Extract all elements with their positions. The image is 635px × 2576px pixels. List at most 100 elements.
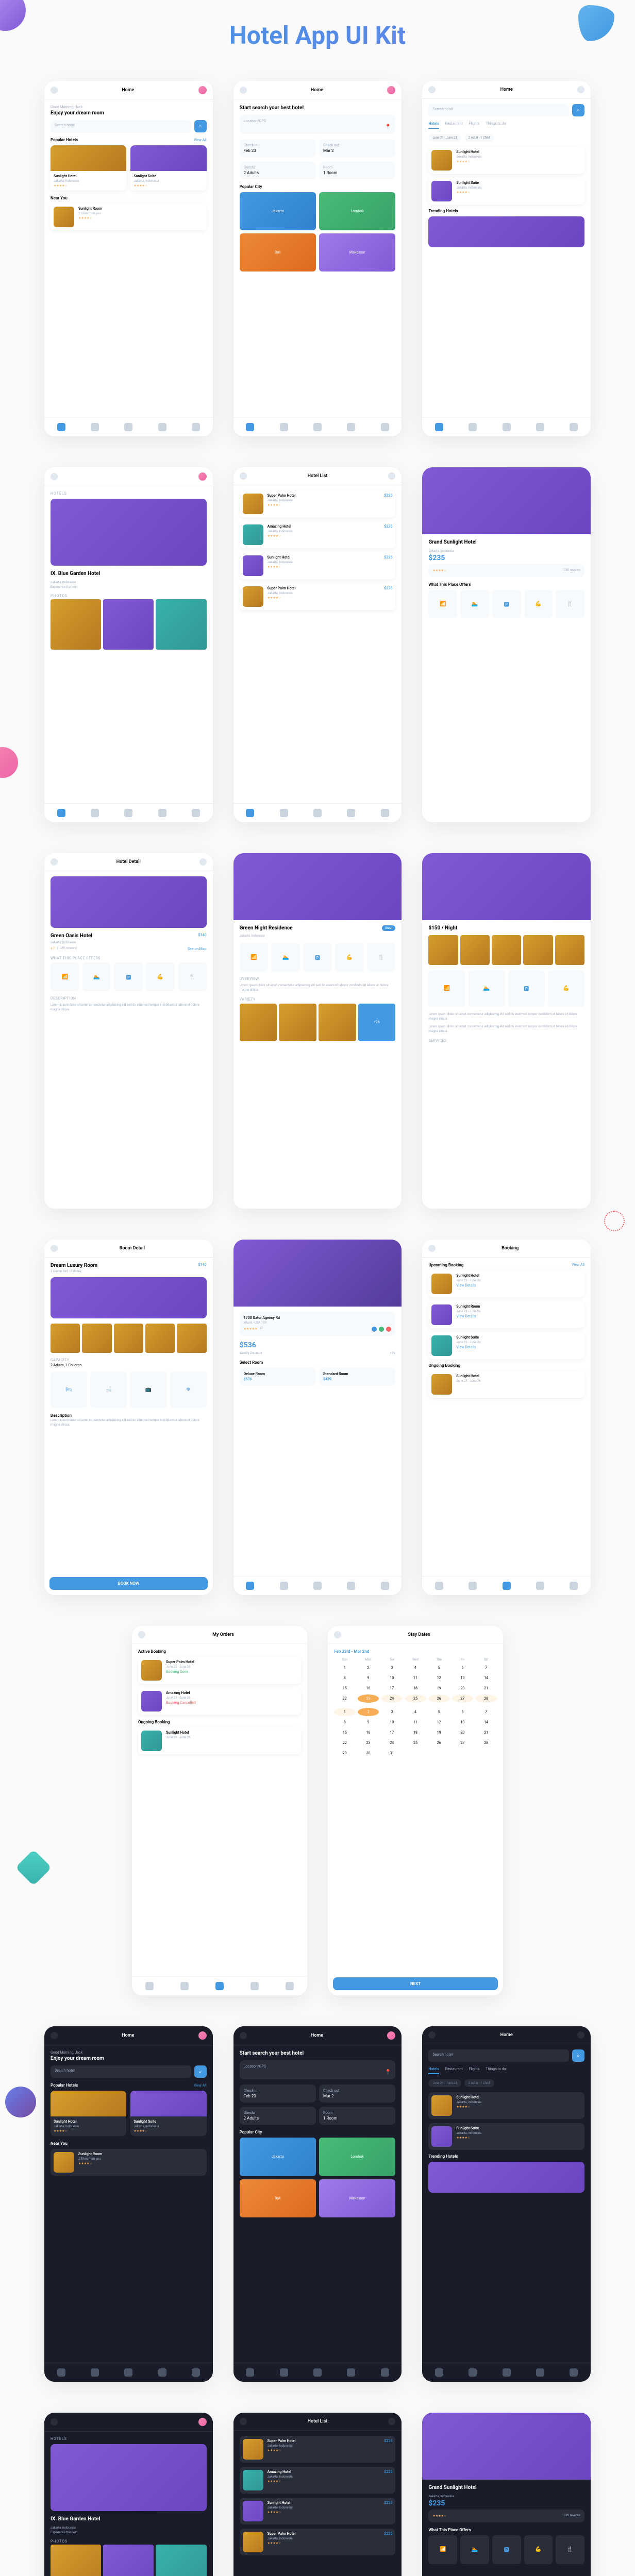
notif-icon[interactable] <box>577 86 584 93</box>
photo-thumb[interactable] <box>103 2545 154 2576</box>
booking-item[interactable]: Super Palm HotelJune 23 - June 26Booking… <box>138 1657 301 1684</box>
calendar-date[interactable]: 17 <box>381 1728 403 1737</box>
list-item[interactable]: Sunlight Hotel$235Jakarta, Indonesia★★★★… <box>240 2498 396 2524</box>
social-wa-icon[interactable] <box>379 1327 384 1332</box>
nav-booking-icon[interactable] <box>313 423 322 431</box>
nav-search-icon[interactable] <box>469 2368 477 2377</box>
calendar-date[interactable]: 8 <box>334 1674 356 1682</box>
nav-profile-icon[interactable] <box>381 809 389 817</box>
avatar[interactable] <box>198 2418 207 2426</box>
nav-booking-icon[interactable] <box>124 809 132 817</box>
hotel-card[interactable]: Sunlight SuiteJakarta, Indonesia★★★★☆ <box>130 2091 206 2136</box>
notif-icon[interactable] <box>577 2031 584 2039</box>
city-card[interactable]: Makassar <box>319 2179 395 2217</box>
calendar-date[interactable]: 28 <box>475 1694 497 1703</box>
nav-booking-icon[interactable] <box>313 809 322 817</box>
calendar-date[interactable]: 12 <box>428 1718 450 1726</box>
calendar-date[interactable]: 15 <box>334 1728 356 1737</box>
calendar-date[interactable]: 25 <box>405 1694 426 1703</box>
nav-profile-icon[interactable] <box>192 2368 200 2377</box>
calendar-date[interactable]: 25 <box>405 1739 426 1747</box>
tab-restaurant[interactable]: Restaurant <box>445 2067 463 2074</box>
city-card[interactable]: Bali <box>240 2179 316 2217</box>
list-item[interactable]: Sunlight SuiteJakarta, Indonesia★★★★☆ <box>428 2123 584 2150</box>
calendar-date[interactable]: 3 <box>381 1664 403 1672</box>
nav-profile-icon[interactable] <box>192 809 200 817</box>
social-fb-icon[interactable] <box>372 1327 377 1332</box>
view-all-link[interactable]: View All <box>194 2083 207 2088</box>
rooms-field[interactable]: Room1 Room <box>319 2107 395 2125</box>
calendar-date[interactable]: 9 <box>358 1674 379 1682</box>
photo-thumb[interactable] <box>51 1324 80 1353</box>
calendar-date[interactable]: 1 <box>334 1664 356 1672</box>
nav-search-icon[interactable] <box>180 1982 189 1990</box>
calendar-date[interactable]: 31 <box>381 1749 403 1757</box>
menu-icon[interactable] <box>51 2418 58 2426</box>
calendar-date[interactable]: 22 <box>334 1694 356 1703</box>
social-ig-icon[interactable] <box>386 1327 391 1332</box>
calendar-date[interactable]: 4 <box>405 1708 426 1716</box>
booking-item[interactable]: Sunlight HotelJune 23 - June 26 <box>138 1727 301 1754</box>
nav-booking-icon[interactable] <box>503 2368 511 2377</box>
next-button[interactable]: NEXT <box>333 1977 498 1990</box>
nav-home-icon[interactable] <box>57 423 65 431</box>
nav-profile-icon[interactable] <box>286 1982 294 1990</box>
hotel-card[interactable]: Sunlight SuiteJakarta, Indonesia★★★★☆ <box>130 145 206 191</box>
calendar-date[interactable]: 21 <box>475 1728 497 1737</box>
calendar-date[interactable]: 10 <box>381 1674 403 1682</box>
nav-profile-icon[interactable] <box>570 2368 578 2377</box>
nav-fav-icon[interactable] <box>536 1582 544 1590</box>
back-icon[interactable] <box>334 1631 341 1638</box>
nav-fav-icon[interactable] <box>158 423 166 431</box>
nav-booking-icon[interactable] <box>503 1582 511 1590</box>
nav-fav-icon[interactable] <box>347 809 355 817</box>
nav-home-icon[interactable] <box>246 423 254 431</box>
nav-profile-icon[interactable] <box>381 2368 389 2377</box>
nav-fav-icon[interactable] <box>250 1982 259 1990</box>
calendar-date[interactable]: 15 <box>334 1684 356 1692</box>
calendar-date[interactable]: 1 <box>334 1708 356 1716</box>
nav-home-icon[interactable] <box>246 1582 254 1590</box>
photo-thumb[interactable] <box>156 599 206 650</box>
calendar-date[interactable]: 30 <box>358 1749 379 1757</box>
photo-thumb[interactable] <box>492 935 521 964</box>
tab-restaurant[interactable]: Restaurant <box>445 122 463 129</box>
city-card[interactable]: Makassar <box>319 233 395 272</box>
calendar-date[interactable]: 13 <box>452 1718 474 1726</box>
photo-thumb[interactable] <box>240 1004 277 1041</box>
city-card[interactable]: Jakarta <box>240 2138 316 2176</box>
nav-search-icon[interactable] <box>280 423 288 431</box>
back-icon[interactable] <box>240 2418 247 2425</box>
hotel-card[interactable]: Sunlight HotelJakarta, Indonesia★★★★☆ <box>51 2091 126 2136</box>
checkout-field[interactable]: Check outMar 2 <box>319 2084 395 2103</box>
photo-thumb[interactable] <box>156 2545 206 2576</box>
city-card[interactable]: Bali <box>240 233 316 272</box>
list-item[interactable]: Super Palm Hotel$235Jakarta, Indonesia★★… <box>240 583 396 610</box>
tab-things[interactable]: Things to do <box>486 2067 506 2074</box>
photo-thumb[interactable] <box>82 1324 111 1353</box>
nav-search-icon[interactable] <box>91 423 99 431</box>
booking-item[interactable]: Sunlight RoomJune 23 - June 26View Detai… <box>428 1301 584 1328</box>
nav-fav-icon[interactable] <box>158 2368 166 2377</box>
nav-search-icon[interactable] <box>469 423 477 431</box>
avatar[interactable] <box>198 472 207 481</box>
nav-booking-icon[interactable] <box>124 2368 132 2377</box>
photo-thumb[interactable] <box>145 1324 175 1353</box>
list-item[interactable]: Sunlight Room2.5 km from you★★★★☆ <box>51 204 207 230</box>
menu-icon[interactable] <box>51 473 58 480</box>
calendar-date[interactable]: 12 <box>428 1674 450 1682</box>
nav-home-icon[interactable] <box>246 809 254 817</box>
booking-item[interactable]: Sunlight SuiteJune 23 - June 26View Deta… <box>428 1332 584 1359</box>
guest-chip[interactable]: 2 Adult - 1 Child <box>464 134 494 142</box>
nav-booking-icon[interactable] <box>313 2368 322 2377</box>
calendar-date[interactable]: 26 <box>428 1739 450 1747</box>
detail-link[interactable]: View Details <box>456 1283 581 1287</box>
nav-booking-icon[interactable] <box>215 1982 224 1990</box>
view-all-link[interactable]: View All <box>572 1263 584 1267</box>
guest-chip[interactable]: 2 Adult - 1 Child <box>464 2079 494 2087</box>
back-icon[interactable] <box>51 858 58 866</box>
nav-home-icon[interactable] <box>57 2368 65 2377</box>
location-field[interactable]: Location/GPS📍 <box>240 115 396 134</box>
filter-icon[interactable] <box>388 2418 395 2425</box>
list-item[interactable]: Amazing Hotel$235Jakarta, Indonesia★★★★☆ <box>240 521 396 548</box>
